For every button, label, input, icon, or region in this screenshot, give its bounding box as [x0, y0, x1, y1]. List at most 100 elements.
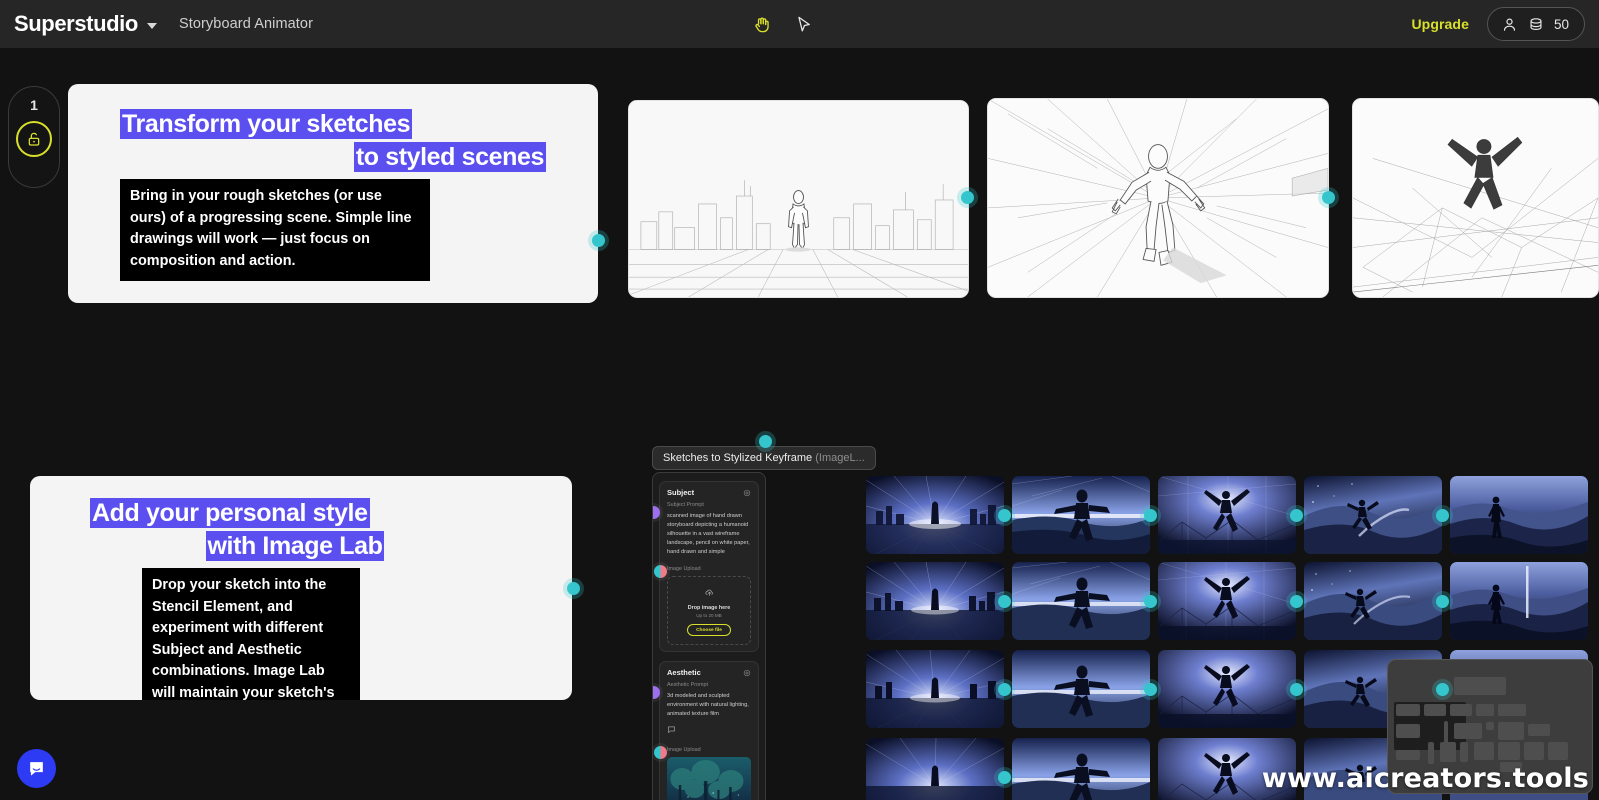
- result-tile[interactable]: [866, 738, 1004, 800]
- card-image-lab[interactable]: Add your personal style with Image Lab D…: [30, 476, 572, 700]
- port-aesthetic-prompt[interactable]: [653, 686, 660, 700]
- result-tile[interactable]: [866, 562, 1004, 640]
- cursor-arrow-icon: [797, 16, 810, 31]
- credits-count: 50: [1553, 16, 1569, 32]
- minimap-node: [1440, 742, 1456, 762]
- port-sketch-running[interactable]: [1322, 191, 1335, 204]
- aesthetic-reference-image[interactable]: [667, 757, 751, 800]
- brand-menu[interactable]: Superstudio: [0, 11, 157, 37]
- result-tile[interactable]: [1012, 738, 1150, 800]
- result-tile[interactable]: [1158, 476, 1296, 554]
- port-result[interactable]: [998, 683, 1011, 696]
- minimap-node: [1498, 742, 1520, 760]
- port-subject-prompt[interactable]: [653, 506, 660, 519]
- result-tile[interactable]: [1304, 562, 1442, 640]
- port-result[interactable]: [1436, 595, 1449, 608]
- subject-upload-label: Image Upload: [667, 566, 701, 573]
- result-tile[interactable]: [1012, 562, 1150, 640]
- subject-dropzone[interactable]: Drop image here Up to 20 MB Choose file: [667, 576, 751, 646]
- chat-bubble-icon: [30, 762, 43, 776]
- port-result[interactable]: [998, 771, 1011, 784]
- port-result[interactable]: [1290, 683, 1303, 696]
- port-result[interactable]: [1290, 509, 1303, 522]
- node-title-chip[interactable]: Sketches to Stylized Keyframe (ImageL...: [652, 446, 876, 470]
- port-result[interactable]: [998, 595, 1011, 608]
- port-result[interactable]: [1290, 595, 1303, 608]
- subject-choose-file-button[interactable]: Choose file: [687, 624, 731, 637]
- result-tile[interactable]: [866, 476, 1004, 554]
- app-header: Superstudio Storyboard Animator Upgrade: [0, 0, 1599, 48]
- port-result[interactable]: [1436, 509, 1449, 522]
- minimap-node: [1548, 742, 1568, 760]
- result-tile[interactable]: [866, 650, 1004, 728]
- minimap-node: [1474, 742, 1494, 760]
- node-panel[interactable]: Subject Subject Prompt scanned image of …: [652, 472, 766, 800]
- port-result[interactable]: [1436, 683, 1449, 696]
- card-transform-heading-line1: Transform your sketches: [120, 109, 413, 139]
- aesthetic-prompt-label: Aesthetic Prompt: [667, 682, 709, 689]
- select-tool-button[interactable]: [790, 10, 818, 38]
- port-result[interactable]: [1144, 683, 1157, 696]
- layer-number: 1: [30, 97, 38, 113]
- result-tile[interactable]: [1304, 476, 1442, 554]
- project-name[interactable]: Storyboard Animator: [179, 16, 313, 32]
- minimap-node: [1476, 704, 1494, 716]
- port-card-image-lab[interactable]: [567, 582, 580, 595]
- gear-icon[interactable]: [743, 489, 751, 497]
- layer-lock-widget[interactable]: 1: [8, 86, 60, 188]
- comment-icon[interactable]: [667, 725, 676, 734]
- result-tile[interactable]: [1012, 650, 1150, 728]
- port-card-transform[interactable]: [592, 234, 605, 247]
- card-transform[interactable]: Transform your sketches to styled scenes…: [68, 84, 598, 303]
- minimap-node: [1396, 724, 1420, 738]
- canvas-area[interactable]: 1 Transform your sketches to styled scen…: [0, 48, 1599, 800]
- port-result[interactable]: [1144, 509, 1157, 522]
- minimap-node: [1424, 704, 1446, 716]
- node-section-subject-title: Subject: [667, 488, 695, 497]
- aesthetic-prompt-text[interactable]: 3d modeled and sculpted environment with…: [667, 692, 751, 719]
- result-tile[interactable]: [1012, 476, 1150, 554]
- account-credits-pill[interactable]: 50: [1486, 7, 1585, 41]
- pan-tool-button[interactable]: [748, 10, 776, 38]
- port-result[interactable]: [1144, 595, 1157, 608]
- port-sketch-standing[interactable]: [961, 191, 974, 204]
- hand-icon: [754, 17, 769, 32]
- result-tile[interactable]: [1450, 562, 1588, 640]
- subject-drop-subtitle: Up to 20 MB: [696, 612, 722, 618]
- minimap-node: [1450, 704, 1472, 716]
- cloud-upload-icon: [705, 589, 713, 597]
- subject-prompt-text[interactable]: scanned image of hand drawn storyboard d…: [667, 512, 751, 557]
- chat-launcher-button[interactable]: [17, 749, 56, 788]
- chevron-down-icon[interactable]: [146, 22, 157, 29]
- card-transform-heading-line2: to styled scenes: [353, 142, 546, 172]
- result-tile[interactable]: [1450, 476, 1588, 554]
- port-subject-image-upload[interactable]: [654, 565, 667, 579]
- minimap-node: [1396, 750, 1420, 760]
- node-section-aesthetic[interactable]: Aesthetic Aesthetic Prompt 3d modeled an…: [653, 661, 759, 800]
- canvas-tools: [748, 0, 818, 48]
- sketch-running[interactable]: [987, 98, 1329, 298]
- sketch-jumping[interactable]: [1352, 98, 1599, 298]
- port-node-top[interactable]: [759, 435, 772, 448]
- node-section-aesthetic-title: Aesthetic: [667, 668, 701, 678]
- unlock-button[interactable]: [16, 121, 52, 157]
- node-section-subject[interactable]: Subject Subject Prompt scanned image of …: [653, 481, 759, 653]
- minimap-node: [1428, 742, 1434, 764]
- result-tile[interactable]: [1158, 562, 1296, 640]
- unlock-icon: [28, 132, 40, 146]
- port-result[interactable]: [998, 509, 1011, 522]
- upgrade-button[interactable]: Upgrade: [1411, 16, 1469, 32]
- card-transform-body: Bring in your rough sketches (or use our…: [120, 179, 430, 282]
- minimap-node: [1524, 742, 1544, 760]
- sketch-standing[interactable]: [628, 100, 969, 298]
- node-title-suffix: (ImageL...: [815, 452, 865, 464]
- header-right: Upgrade 50: [1411, 0, 1585, 48]
- gear-icon[interactable]: [743, 669, 751, 677]
- minimap-node: [1486, 722, 1494, 730]
- minimap-node: [1454, 723, 1482, 739]
- minimap-node: [1396, 704, 1420, 716]
- port-aesthetic-image-upload[interactable]: [654, 746, 667, 760]
- aesthetic-upload-label: Image Upload: [667, 747, 701, 754]
- minimap-node: [1454, 677, 1506, 695]
- result-tile[interactable]: [1158, 650, 1296, 728]
